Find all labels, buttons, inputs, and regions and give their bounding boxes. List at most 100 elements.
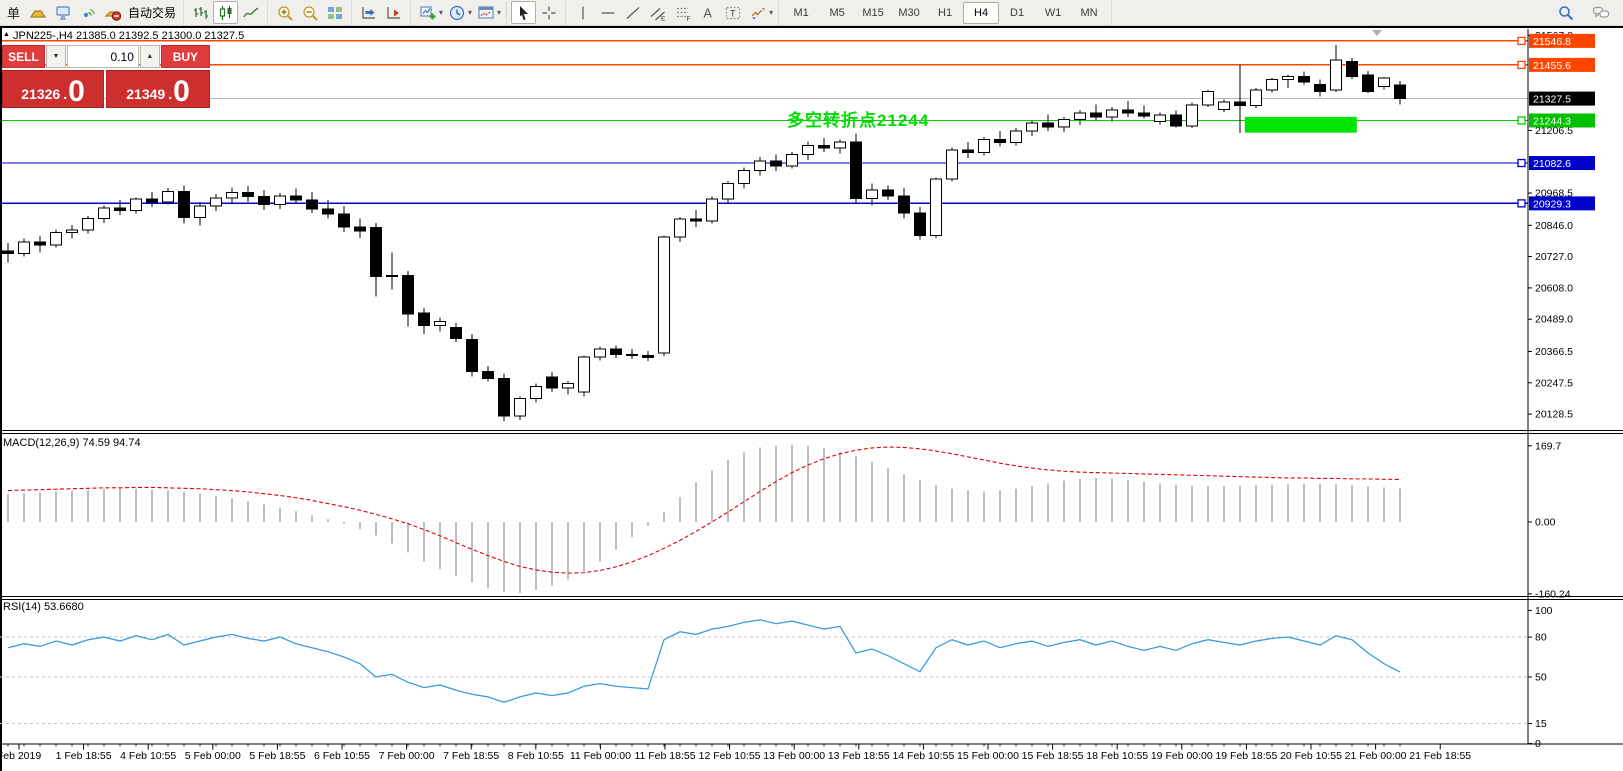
- candle: [1107, 110, 1118, 117]
- gold-icon[interactable]: [25, 1, 50, 24]
- time-label: 11 Feb 00:00: [570, 750, 631, 762]
- timeframe-button-MN[interactable]: MN: [1071, 2, 1107, 24]
- buy-price-dot: .: [168, 87, 172, 101]
- svg-text:169.7: 169.7: [1535, 440, 1561, 452]
- volume-decrease-button[interactable]: ▼: [46, 45, 66, 68]
- crosshair-icon[interactable]: [536, 1, 561, 24]
- svg-text:20489.0: 20489.0: [1535, 314, 1573, 326]
- new-chart-icon[interactable]: [415, 1, 440, 24]
- new-order-icon[interactable]: 单: [0, 1, 25, 24]
- timeframe-button-D1[interactable]: D1: [999, 2, 1035, 24]
- buy-price-display[interactable]: 21349.0: [106, 70, 210, 108]
- timeframe-button-M30[interactable]: M30: [891, 2, 927, 24]
- trendline-icon[interactable]: [620, 1, 645, 24]
- candle: [771, 161, 782, 166]
- candle: [339, 214, 350, 227]
- candle: [579, 357, 590, 392]
- candle: [51, 233, 62, 245]
- toolbar-group: E F A T ▾: [566, 1, 779, 25]
- horizontal-line-icon[interactable]: [595, 1, 620, 24]
- candle: [115, 208, 126, 211]
- candle: [307, 200, 318, 209]
- chart-shift-icon[interactable]: [356, 1, 381, 24]
- candle: [547, 377, 558, 388]
- timeframe-button-W1[interactable]: W1: [1035, 2, 1071, 24]
- dropdown-arrow-icon[interactable]: ▾: [468, 8, 472, 17]
- timeframe-button-H1[interactable]: H1: [927, 2, 963, 24]
- candle: [979, 140, 990, 153]
- period-icon[interactable]: [444, 1, 469, 24]
- svg-text:F: F: [686, 16, 690, 22]
- candle: [1027, 123, 1038, 131]
- timeframe-button-M15[interactable]: M15: [855, 2, 891, 24]
- timeframe-button-H4[interactable]: H4: [963, 2, 999, 24]
- chart-expand-icon[interactable]: ▲: [3, 31, 10, 38]
- candle: [435, 322, 446, 326]
- candle: [867, 190, 878, 198]
- cursor-icon[interactable]: [511, 1, 536, 24]
- dropdown-arrow-icon[interactable]: ▾: [439, 8, 443, 17]
- time-label: 19 Feb 18:55: [1215, 750, 1277, 762]
- svg-text:21327.5: 21327.5: [1533, 94, 1571, 106]
- terminal-icon[interactable]: [50, 1, 75, 24]
- symbol-ohlc-info: JPN225-,H4 21385.0 21392.5 21300.0 21327…: [13, 30, 244, 42]
- candle: [963, 150, 974, 153]
- sell-button[interactable]: SELL: [2, 45, 45, 68]
- search-icon[interactable]: [1553, 1, 1578, 24]
- timeframe-toolbar: M1M5M15M30H1H4D1W1MN: [779, 1, 1112, 25]
- auto-scroll-icon[interactable]: [381, 1, 406, 24]
- candle: [131, 199, 142, 210]
- timeframe-button-M5[interactable]: M5: [819, 2, 855, 24]
- candle: [3, 251, 14, 254]
- line-chart-icon[interactable]: [238, 1, 263, 24]
- one-click-trading-panel: SELL ▼ ▲ BUY 21326.0 21349.0: [2, 45, 210, 108]
- zoom-in-icon[interactable]: [272, 1, 297, 24]
- autotrading-icon[interactable]: [100, 1, 125, 24]
- svg-text:0.00: 0.00: [1535, 516, 1556, 528]
- timeframe-button-M1[interactable]: M1: [783, 2, 819, 24]
- channel-icon[interactable]: E: [645, 1, 670, 24]
- candle: [851, 142, 862, 198]
- svg-text:20727.0: 20727.0: [1535, 251, 1573, 263]
- candle: [787, 155, 798, 166]
- buy-price-frac: 0: [173, 79, 190, 105]
- svg-text:A: A: [703, 6, 712, 20]
- candle: [499, 378, 510, 415]
- bar-chart-icon[interactable]: [188, 1, 213, 24]
- dropdown-arrow-icon[interactable]: ▾: [769, 8, 773, 17]
- time-label: 13 Feb 00:00: [763, 750, 825, 762]
- candle: [179, 191, 190, 217]
- candle: [515, 398, 526, 415]
- toolbar-main-groups: 单自动交易▾▾▾EFAT▾: [0, 0, 779, 25]
- time-label: 4 Feb 10:55: [120, 750, 176, 762]
- time-label: Feb 2019: [0, 750, 41, 762]
- volume-increase-button[interactable]: ▲: [140, 45, 160, 68]
- candle: [739, 170, 750, 183]
- svg-text:T: T: [730, 8, 736, 18]
- dropdown-arrow-icon[interactable]: ▾: [497, 8, 501, 17]
- candle: [147, 199, 158, 202]
- tile-windows-icon[interactable]: [322, 1, 347, 24]
- zoom-out-icon[interactable]: [297, 1, 322, 24]
- template-icon[interactable]: [473, 1, 498, 24]
- svg-text:-160.24: -160.24: [1535, 588, 1571, 600]
- time-label: 5 Feb 00:00: [185, 750, 241, 762]
- candle: [1059, 120, 1070, 127]
- text-icon[interactable]: A: [695, 1, 720, 24]
- candle: [835, 142, 846, 148]
- candle: [883, 190, 894, 196]
- candlestick-icon[interactable]: [213, 1, 238, 24]
- chat-icon[interactable]: [1588, 1, 1613, 24]
- signal-icon[interactable]: [75, 1, 100, 24]
- label-icon[interactable]: T: [720, 1, 745, 24]
- candle: [1395, 85, 1406, 99]
- vertical-line-icon[interactable]: [570, 1, 595, 24]
- volume-input[interactable]: [67, 45, 139, 68]
- svg-text:100: 100: [1535, 605, 1553, 617]
- sell-price-display[interactable]: 21326.0: [2, 70, 104, 108]
- buy-button[interactable]: BUY: [161, 45, 210, 68]
- svg-text:21455.6: 21455.6: [1533, 60, 1571, 72]
- candle: [83, 218, 94, 230]
- arrows-icon[interactable]: [745, 1, 770, 24]
- fibonacci-icon[interactable]: F: [670, 1, 695, 24]
